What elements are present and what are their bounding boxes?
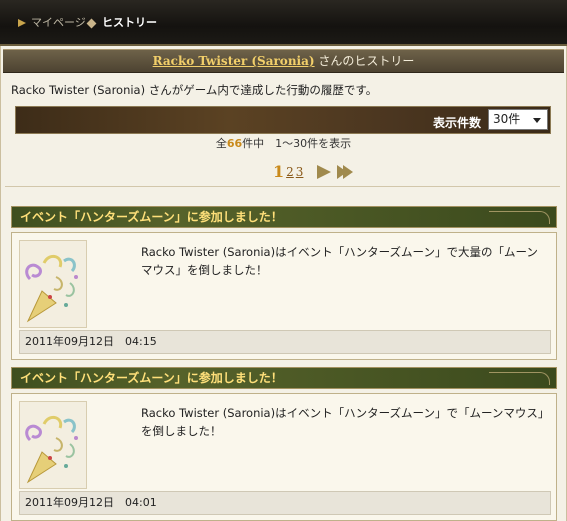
entry-card: Racko Twister (Saronia)はイベント「ハンターズムーン」で大…	[11, 232, 557, 360]
breadcrumb-history-label: ヒストリー	[102, 16, 157, 29]
entry-title-text: イベント「ハンターズムーン」に参加しました！	[20, 371, 283, 385]
page-link-3[interactable]: 3	[296, 165, 304, 179]
ornament-icon	[489, 372, 550, 385]
breadcrumb-history: ヒストリー	[86, 16, 157, 30]
diamond-icon	[86, 18, 97, 28]
breadcrumb-mypage-label[interactable]: マイページ	[31, 16, 86, 30]
per-page-selected: 30件	[493, 112, 521, 126]
page-title: Racko Twister (Saronia) さんのヒストリー	[3, 49, 564, 73]
result-count-suffix: 件中 1～30件を表示	[242, 137, 352, 150]
chevron-down-icon	[533, 118, 541, 123]
page-current: 1	[273, 162, 285, 181]
history-panel: Racko Twister (Saronia) さんのヒストリー Racko T…	[0, 46, 567, 521]
character-name-link[interactable]: Racko Twister (Saronia)	[153, 54, 315, 68]
result-count-prefix: 全	[215, 137, 227, 150]
last-page-icon[interactable]	[337, 164, 354, 179]
per-page-select[interactable]: 30件	[488, 109, 548, 130]
top-nav-bar: マイページ ヒストリー	[0, 0, 567, 46]
result-count: 全66件中 1～30件を表示	[1, 135, 566, 151]
divider	[5, 186, 560, 187]
entry-text: Racko Twister (Saronia)はイベント「ハンターズムーン」で「…	[141, 406, 544, 438]
arrow-icon	[18, 19, 26, 27]
entry-title: イベント「ハンターズムーン」に参加しました！	[11, 206, 557, 228]
party-popper-icon	[19, 240, 87, 328]
filter-bar: 表示件数 30件	[15, 106, 551, 134]
entry-text: Racko Twister (Saronia)はイベント「ハンターズムーン」で大…	[141, 245, 538, 277]
party-popper-icon	[19, 401, 87, 489]
breadcrumb-mypage[interactable]: マイページ	[18, 16, 86, 30]
entry-card: Racko Twister (Saronia)はイベント「ハンターズムーン」で「…	[11, 393, 557, 521]
pagination: 1 2 3	[273, 162, 354, 181]
entry-date: 2011年09月12日 04:15	[19, 330, 551, 354]
next-page-icon[interactable]	[317, 164, 332, 179]
page-title-suffix: さんのヒストリー	[314, 54, 415, 68]
result-total: 66	[226, 137, 243, 150]
entry-title-text: イベント「ハンターズムーン」に参加しました！	[20, 210, 283, 224]
per-page-label: 表示件数	[433, 116, 482, 130]
ornament-icon	[489, 211, 550, 224]
page-description: Racko Twister (Saronia) さんがゲーム内で達成した行動の履…	[11, 83, 378, 97]
page-link-2[interactable]: 2	[286, 165, 294, 179]
entry-date: 2011年09月12日 04:01	[19, 491, 551, 515]
entry-title: イベント「ハンターズムーン」に参加しました！	[11, 367, 557, 389]
